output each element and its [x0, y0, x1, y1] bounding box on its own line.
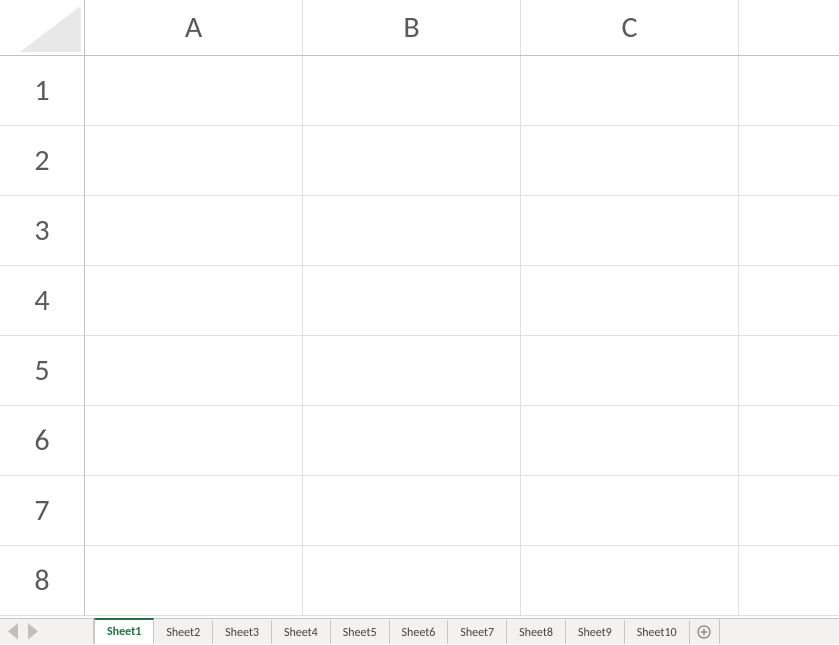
cell[interactable]: [521, 126, 739, 195]
column-headers: A B C: [85, 0, 839, 56]
row-headers: 1 2 3 4 5 6 7 8: [0, 56, 85, 616]
cell[interactable]: [303, 546, 521, 615]
cell[interactable]: [739, 126, 839, 195]
sheet-tab[interactable]: Sheet7: [448, 620, 507, 644]
sheet-tab[interactable]: Sheet8: [507, 620, 566, 644]
cell[interactable]: [739, 406, 839, 475]
sheet-tab[interactable]: Sheet1: [94, 618, 154, 644]
sheet-tab[interactable]: Sheet10: [625, 620, 690, 644]
cell[interactable]: [739, 476, 839, 545]
cell-grid: [85, 56, 839, 618]
cell[interactable]: [85, 406, 303, 475]
cell[interactable]: [521, 336, 739, 405]
column-header[interactable]: [739, 0, 839, 55]
sheet-tab[interactable]: Sheet2: [154, 620, 213, 644]
row-header[interactable]: 7: [0, 476, 85, 546]
cell[interactable]: [521, 196, 739, 265]
cell[interactable]: [521, 546, 739, 615]
cell[interactable]: [521, 56, 739, 125]
row-header[interactable]: 2: [0, 126, 85, 196]
cell[interactable]: [303, 336, 521, 405]
cell[interactable]: [739, 266, 839, 335]
column-header[interactable]: B: [303, 0, 521, 55]
select-all-corner[interactable]: [0, 0, 85, 56]
cell[interactable]: [739, 56, 839, 125]
cell[interactable]: [521, 476, 739, 545]
cell[interactable]: [521, 406, 739, 475]
sheet-nav: [0, 619, 46, 644]
row-header[interactable]: 5: [0, 336, 85, 406]
cell[interactable]: [85, 476, 303, 545]
sheet-tabs: Sheet1 Sheet2 Sheet3 Sheet4 Sheet5 Sheet…: [94, 619, 690, 644]
sheet-nav-next-icon[interactable]: [28, 625, 38, 639]
row-header[interactable]: 6: [0, 406, 85, 476]
cell[interactable]: [303, 406, 521, 475]
cell[interactable]: [85, 56, 303, 125]
sheet-tab[interactable]: Sheet3: [213, 620, 272, 644]
tab-strip-spacer: [46, 619, 94, 644]
cell[interactable]: [303, 196, 521, 265]
cell[interactable]: [303, 266, 521, 335]
cell[interactable]: [85, 336, 303, 405]
column-header[interactable]: A: [85, 0, 303, 55]
sheet-tab[interactable]: Sheet6: [390, 620, 449, 644]
sheet-tab[interactable]: Sheet9: [566, 620, 625, 644]
sheet-nav-prev-icon[interactable]: [8, 625, 18, 639]
cell[interactable]: [303, 126, 521, 195]
sheet-tab-strip: Sheet1 Sheet2 Sheet3 Sheet4 Sheet5 Sheet…: [0, 618, 839, 644]
cell[interactable]: [739, 196, 839, 265]
plus-circle-icon: [697, 625, 711, 639]
add-sheet-button[interactable]: [690, 619, 720, 644]
row-header[interactable]: 4: [0, 266, 85, 336]
column-header[interactable]: C: [521, 0, 739, 55]
cell[interactable]: [85, 546, 303, 615]
cell[interactable]: [303, 56, 521, 125]
cell[interactable]: [739, 546, 839, 615]
sheet-tab[interactable]: Sheet4: [272, 620, 331, 644]
sheet-tab[interactable]: Sheet5: [331, 620, 390, 644]
row-header[interactable]: 8: [0, 546, 85, 616]
cell[interactable]: [521, 266, 739, 335]
cell[interactable]: [85, 196, 303, 265]
row-header[interactable]: 3: [0, 196, 85, 266]
cell[interactable]: [739, 336, 839, 405]
spreadsheet-grid: A B C 1 2 3 4 5 6 7 8: [0, 0, 839, 618]
cell[interactable]: [85, 126, 303, 195]
cell[interactable]: [303, 476, 521, 545]
cell[interactable]: [85, 266, 303, 335]
row-header[interactable]: 1: [0, 56, 85, 126]
